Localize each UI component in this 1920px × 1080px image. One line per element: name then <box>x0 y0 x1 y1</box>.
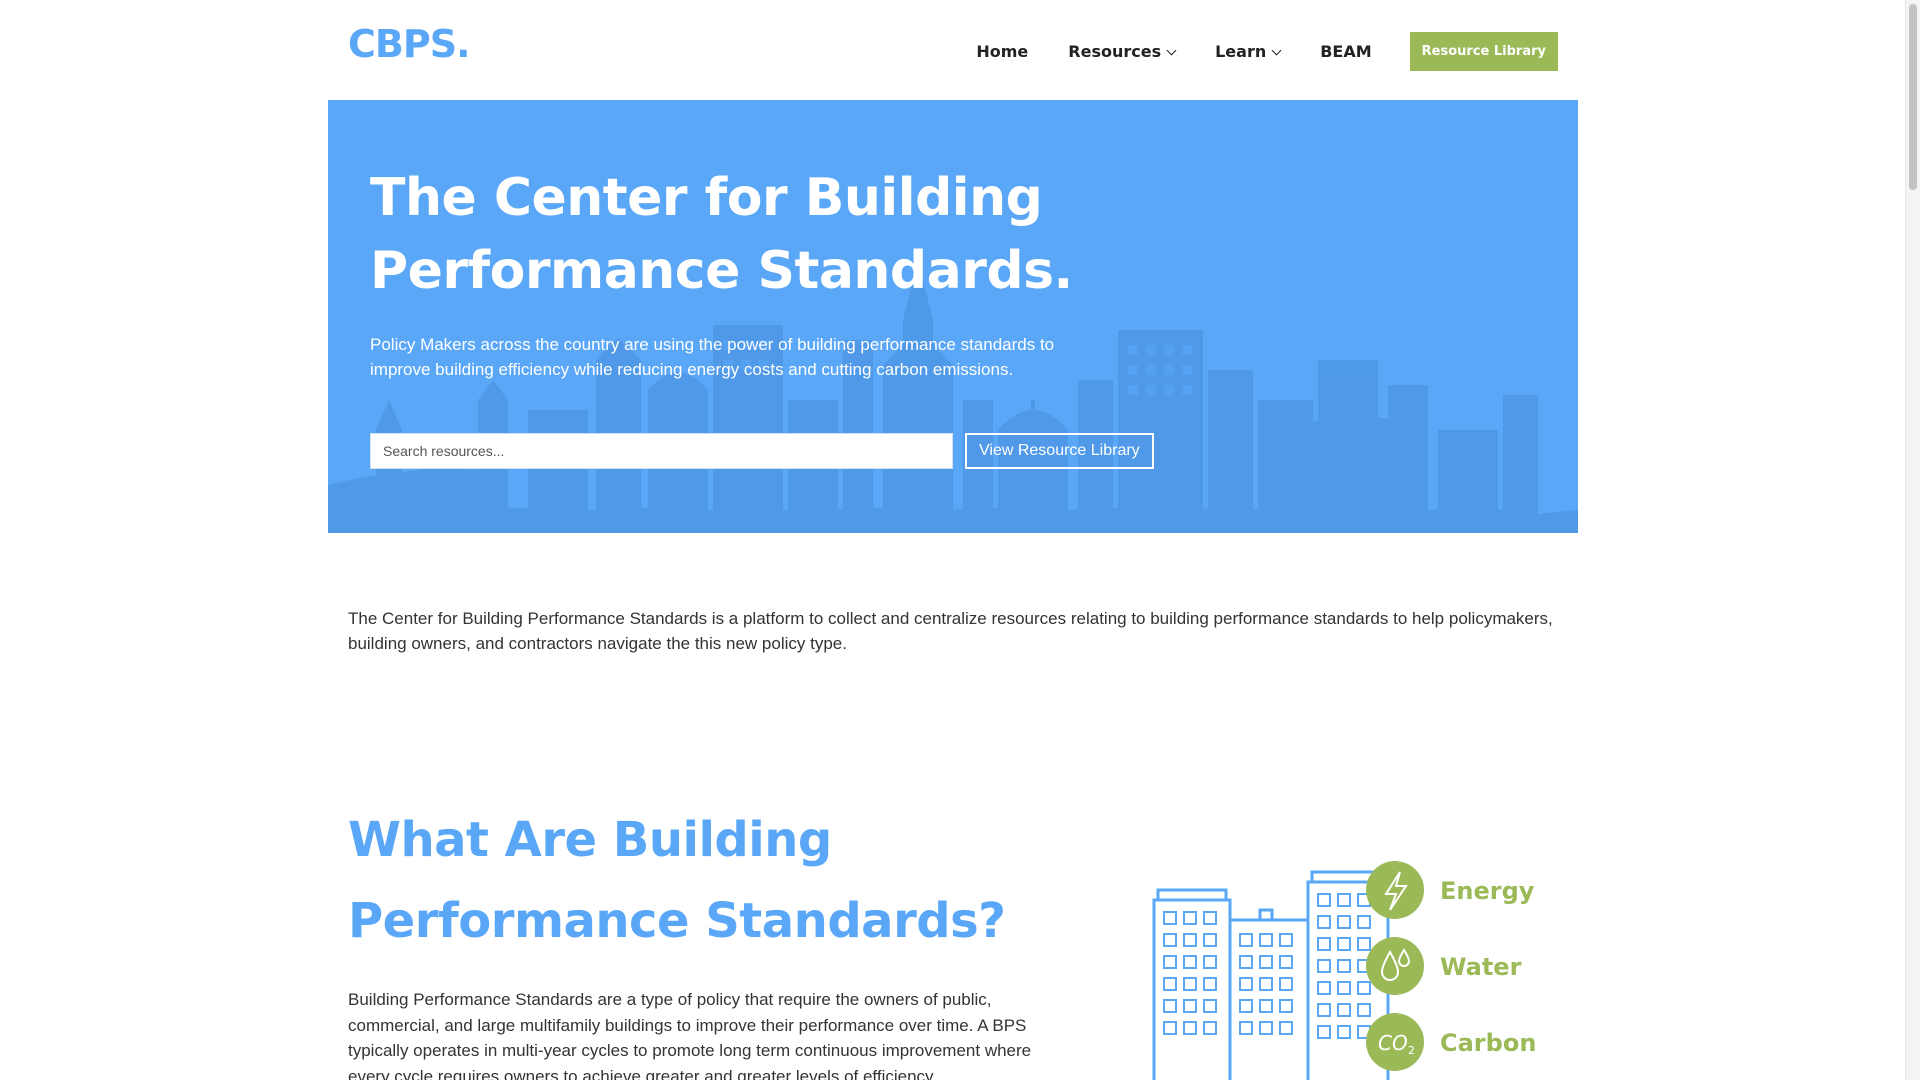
co2-glyph: CO <box>1378 1031 1408 1055</box>
hero-banner: The Center for Building Performance Stan… <box>328 100 1578 533</box>
site-header: CBPS. Home Resources Learn BEAM Resource… <box>328 0 1578 100</box>
resource-library-button[interactable]: Resource Library <box>1409 32 1558 71</box>
main-nav: Home Resources Learn BEAM Resource Libra… <box>936 32 1558 71</box>
energy-item: Energy <box>1366 861 1535 919</box>
water-item: Water <box>1366 937 1522 995</box>
intro-text: The Center for Building Performance Stan… <box>348 609 1553 653</box>
nav-resources-label: Resources <box>1068 42 1162 61</box>
hero-subtitle: Policy Makers across the country are usi… <box>370 335 1055 379</box>
view-resource-library-button[interactable]: View Resource Library <box>965 433 1154 469</box>
water-label: Water <box>1440 953 1522 981</box>
site-logo[interactable]: CBPS. <box>348 22 471 66</box>
carbon-item: CO 2 Carbon <box>1366 1013 1536 1071</box>
carbon-label: Carbon <box>1440 1029 1536 1057</box>
lightning-icon <box>1366 861 1424 919</box>
nav-home[interactable]: Home <box>976 42 1028 61</box>
scrollbar-thumb[interactable] <box>1909 4 1917 190</box>
page-scrollbar[interactable] <box>1905 0 1920 1080</box>
building-infographic: Energy Water CO 2 Carbon <box>1152 861 1536 1080</box>
chevron-down-icon <box>1166 45 1177 56</box>
section-body: Building Performance Standards are a typ… <box>348 990 1032 1080</box>
section-title: What Are Building Performance Standards? <box>348 812 1006 949</box>
nav-learn[interactable]: Learn <box>1215 42 1282 61</box>
nav-learn-label: Learn <box>1215 42 1267 61</box>
water-drop-icon <box>1366 937 1424 995</box>
search-input[interactable] <box>370 433 953 469</box>
chevron-down-icon <box>1271 45 1282 56</box>
energy-label: Energy <box>1440 877 1535 905</box>
what-are-bps-section: What Are Building Performance Standards?… <box>328 800 1578 1080</box>
intro-section: The Center for Building Performance Stan… <box>328 606 1578 656</box>
nav-beam-label: BEAM <box>1320 42 1372 61</box>
co2-subscript: 2 <box>1408 1044 1415 1057</box>
buildings-illustration <box>1152 870 1390 1080</box>
nav-home-label: Home <box>976 42 1029 61</box>
hero-title: The Center for Building Performance Stan… <box>370 168 1073 301</box>
nav-resources[interactable]: Resources <box>1068 42 1177 61</box>
nav-beam[interactable]: BEAM <box>1320 42 1371 61</box>
page-viewport: CBPS. Home Resources Learn BEAM Resource… <box>0 0 1906 1080</box>
